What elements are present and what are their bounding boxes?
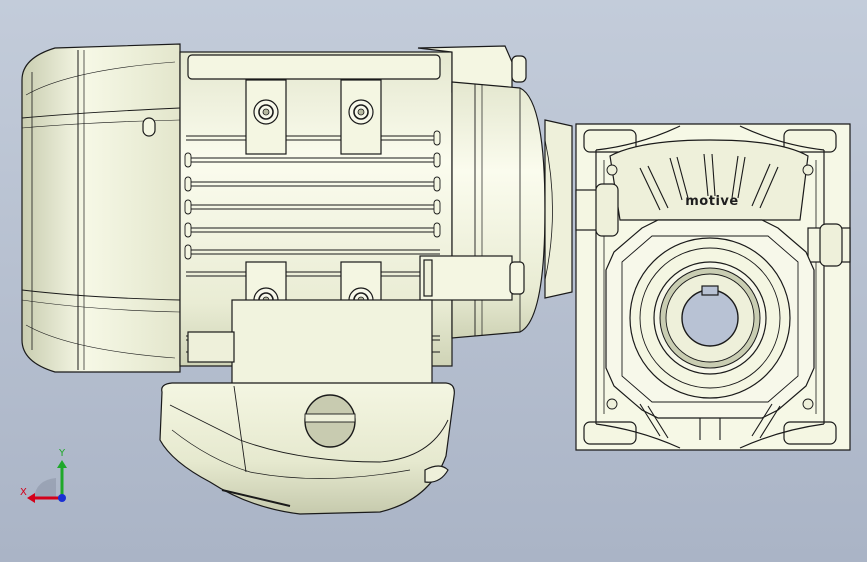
worm-gearbox xyxy=(575,123,851,451)
triad-plane xyxy=(34,478,56,498)
y-axis-arrow-icon xyxy=(57,460,67,498)
cad-viewport[interactable]: motive X Y xyxy=(0,0,867,562)
x-axis-label: X xyxy=(20,487,27,498)
fan-cover xyxy=(21,43,181,373)
motor-foot xyxy=(159,299,455,515)
brand-label: motive xyxy=(685,194,738,209)
z-axis-icon xyxy=(58,494,66,502)
cad-drawing[interactable]: motive X Y xyxy=(0,0,867,562)
orientation-triad[interactable]: X Y xyxy=(20,448,67,503)
y-axis-label: Y xyxy=(58,448,66,459)
